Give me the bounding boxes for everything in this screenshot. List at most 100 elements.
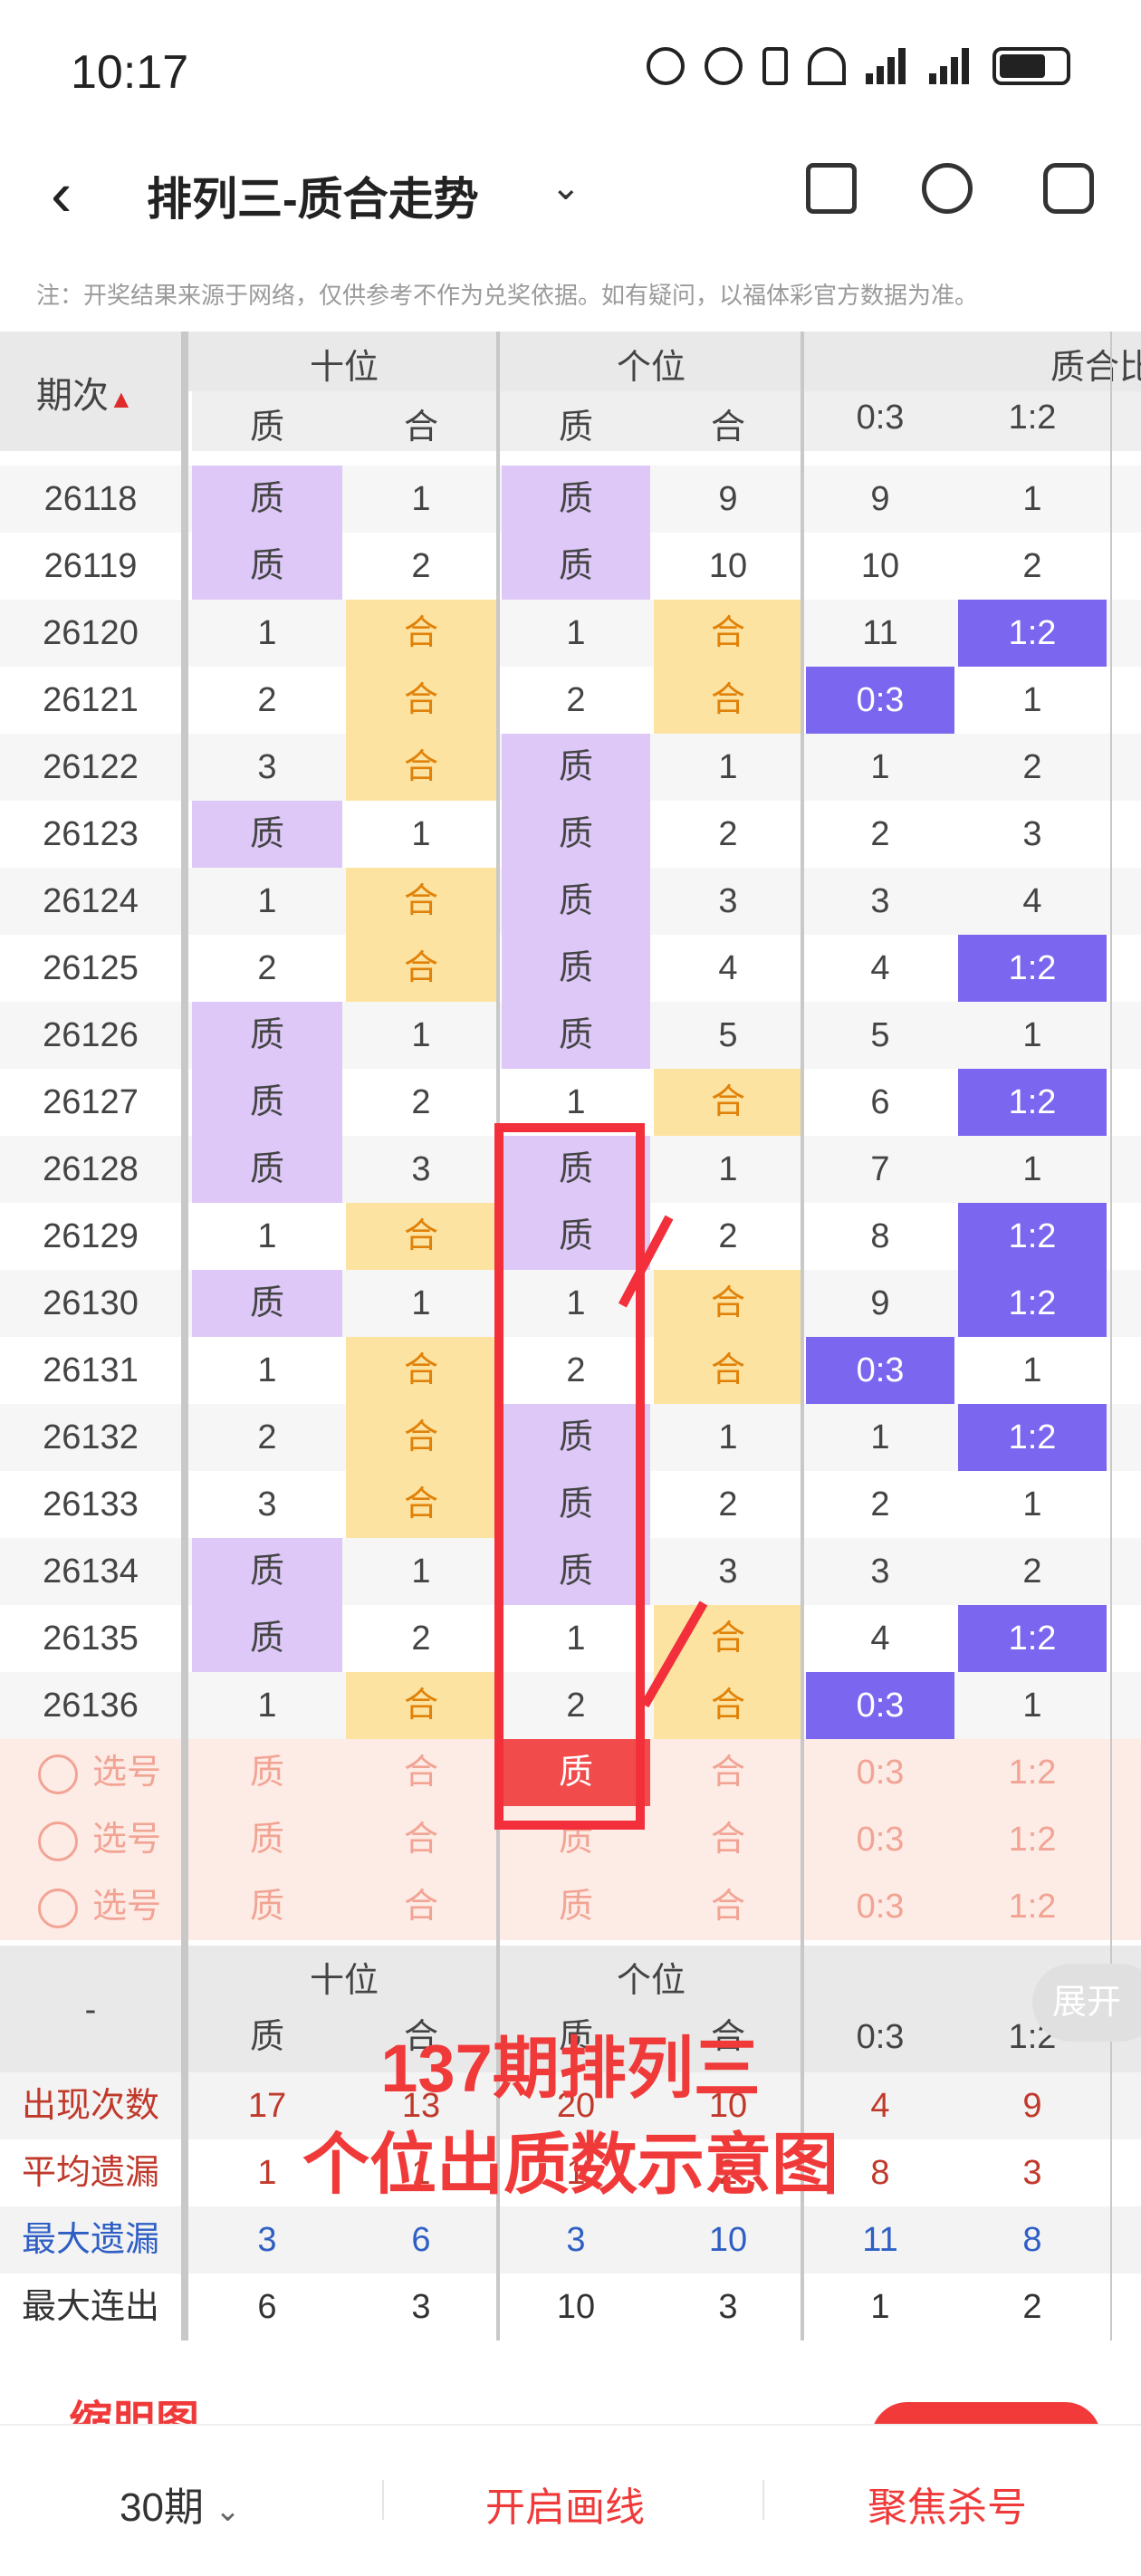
issue-header-label[interactable]: 期次▲	[36, 366, 134, 418]
data-cell: 2	[1022, 1552, 1042, 1591]
chevron-down-icon: ⌄	[215, 2494, 241, 2528]
issue-cell: 26127	[43, 1083, 139, 1121]
period-selector[interactable]: 30期 ⌄	[120, 2475, 241, 2533]
draw-line-button[interactable]: 开启画线	[485, 2475, 645, 2533]
data-cell: 质	[192, 801, 342, 868]
issue-cell: 26122	[43, 748, 139, 786]
back-button[interactable]: ‹	[51, 158, 72, 230]
select-option[interactable]: 质	[192, 1806, 342, 1873]
issue-cell: 26123	[43, 815, 139, 853]
stats-value: 11	[862, 2221, 898, 2259]
data-cell: 合	[654, 1069, 802, 1136]
data-cell: 2	[718, 1217, 738, 1255]
data-cell: 合	[654, 667, 802, 734]
stats-value: 3	[566, 2221, 586, 2259]
data-cell: 1:2	[958, 1605, 1107, 1672]
data-cell: 1	[411, 1284, 431, 1322]
alarm-icon	[647, 47, 685, 85]
radio-icon[interactable]	[37, 1888, 78, 1928]
data-cell: 3	[870, 1552, 890, 1591]
subheader-cell: 1:2	[1008, 399, 1057, 437]
settings-icon[interactable]	[1043, 163, 1094, 214]
data-cell: 合	[346, 1203, 496, 1270]
select-label[interactable]: 选号	[18, 1806, 181, 1873]
select-option[interactable]: 1:2	[958, 1739, 1107, 1806]
select-option[interactable]: 合	[654, 1806, 802, 1873]
data-cell: 5	[870, 1016, 890, 1054]
select-option[interactable]: 质	[192, 1739, 342, 1806]
data-cell: 合	[346, 868, 496, 935]
issue-cell: 26134	[43, 1552, 139, 1591]
data-cell: 9	[870, 1284, 890, 1322]
select-option[interactable]: 合	[654, 1739, 802, 1806]
battery-icon	[992, 47, 1070, 85]
kill-number-button[interactable]: 聚焦杀号	[868, 2475, 1027, 2533]
data-cell: 1	[257, 614, 277, 652]
select-option[interactable]: 0:3	[806, 1739, 954, 1806]
status-time: 10:17	[71, 46, 189, 99]
data-cell: 1	[411, 1552, 431, 1591]
disclaimer-notice: 注：开奖结果来源于网络，仅供参考不作为兑奖依据。如有疑问，以福体彩官方数据为准。	[36, 282, 979, 309]
data-cell: 2	[411, 1620, 431, 1658]
data-cell: 1	[411, 1016, 431, 1054]
data-cell: 1	[1022, 1150, 1042, 1188]
data-cell: 1	[870, 748, 890, 786]
data-cell: 1	[566, 614, 586, 652]
select-label[interactable]: 选号	[18, 1739, 181, 1806]
data-cell: 8	[870, 1217, 890, 1255]
issue-cell: 26124	[43, 882, 139, 920]
data-cell: 2	[718, 815, 738, 853]
device-icon[interactable]	[806, 163, 857, 214]
data-cell: 合	[346, 1337, 496, 1404]
data-cell: 质	[502, 533, 650, 600]
stats-value: 3	[718, 2288, 738, 2326]
select-option[interactable]: 0:3	[806, 1806, 954, 1873]
select-option[interactable]: 质	[502, 1873, 650, 1940]
select-option[interactable]: 1:2	[958, 1806, 1107, 1873]
select-option[interactable]: 合	[346, 1873, 496, 1940]
data-cell: 1:2	[958, 1069, 1107, 1136]
select-option[interactable]: 合	[346, 1739, 496, 1806]
data-cell: 质	[502, 935, 650, 1002]
issue-cell: 26125	[43, 949, 139, 987]
data-cell: 1:2	[958, 1270, 1107, 1337]
data-cell: 1	[1022, 1016, 1042, 1054]
radio-icon[interactable]	[37, 1821, 78, 1861]
data-cell: 合	[346, 1471, 496, 1538]
data-cell: 合	[346, 734, 496, 801]
select-option[interactable]: 0:3	[806, 1873, 954, 1940]
page-title[interactable]: 排列三-质合走势	[147, 163, 479, 228]
data-cell: 1	[1022, 480, 1042, 518]
select-option[interactable]: 合	[654, 1873, 802, 1940]
select-option[interactable]: 合	[346, 1806, 496, 1873]
data-cell: 合	[346, 1404, 496, 1471]
data-cell: 6	[870, 1083, 890, 1121]
expand-button[interactable]: 展开	[1032, 1964, 1141, 2042]
data-cell: 2	[1022, 547, 1042, 585]
data-cell: 合	[654, 1605, 802, 1672]
data-cell: 1	[718, 748, 738, 786]
sort-icon[interactable]: ▲	[109, 385, 134, 413]
chevron-down-icon[interactable]: ⌄	[551, 167, 581, 208]
status-bar: 10:17	[0, 0, 1141, 136]
radio-icon[interactable]	[37, 1754, 78, 1794]
data-cell: 3	[870, 882, 890, 920]
eye-icon	[705, 47, 743, 85]
subheader-cell: 合	[710, 409, 745, 447]
data-cell: 1:2	[958, 600, 1107, 667]
stats-value: 6	[411, 2221, 431, 2259]
stats-label: 最大遗漏	[21, 2221, 159, 2259]
share-icon[interactable]	[922, 163, 973, 214]
data-cell: 5	[718, 1016, 738, 1054]
issue-cell: 26119	[43, 547, 138, 585]
data-cell: 质	[192, 1270, 342, 1337]
stats-label: 最大连出	[21, 2288, 159, 2326]
select-label[interactable]: 选号	[18, 1873, 181, 1940]
subheader-cell: 合	[403, 409, 438, 447]
select-option[interactable]: 质	[192, 1873, 342, 1940]
data-cell: 1:2	[958, 1404, 1107, 1471]
select-option[interactable]: 1:2	[958, 1873, 1107, 1940]
issue-cell: 26118	[43, 480, 138, 518]
data-cell: 0:3	[806, 667, 954, 734]
data-cell: 质	[192, 1136, 342, 1203]
